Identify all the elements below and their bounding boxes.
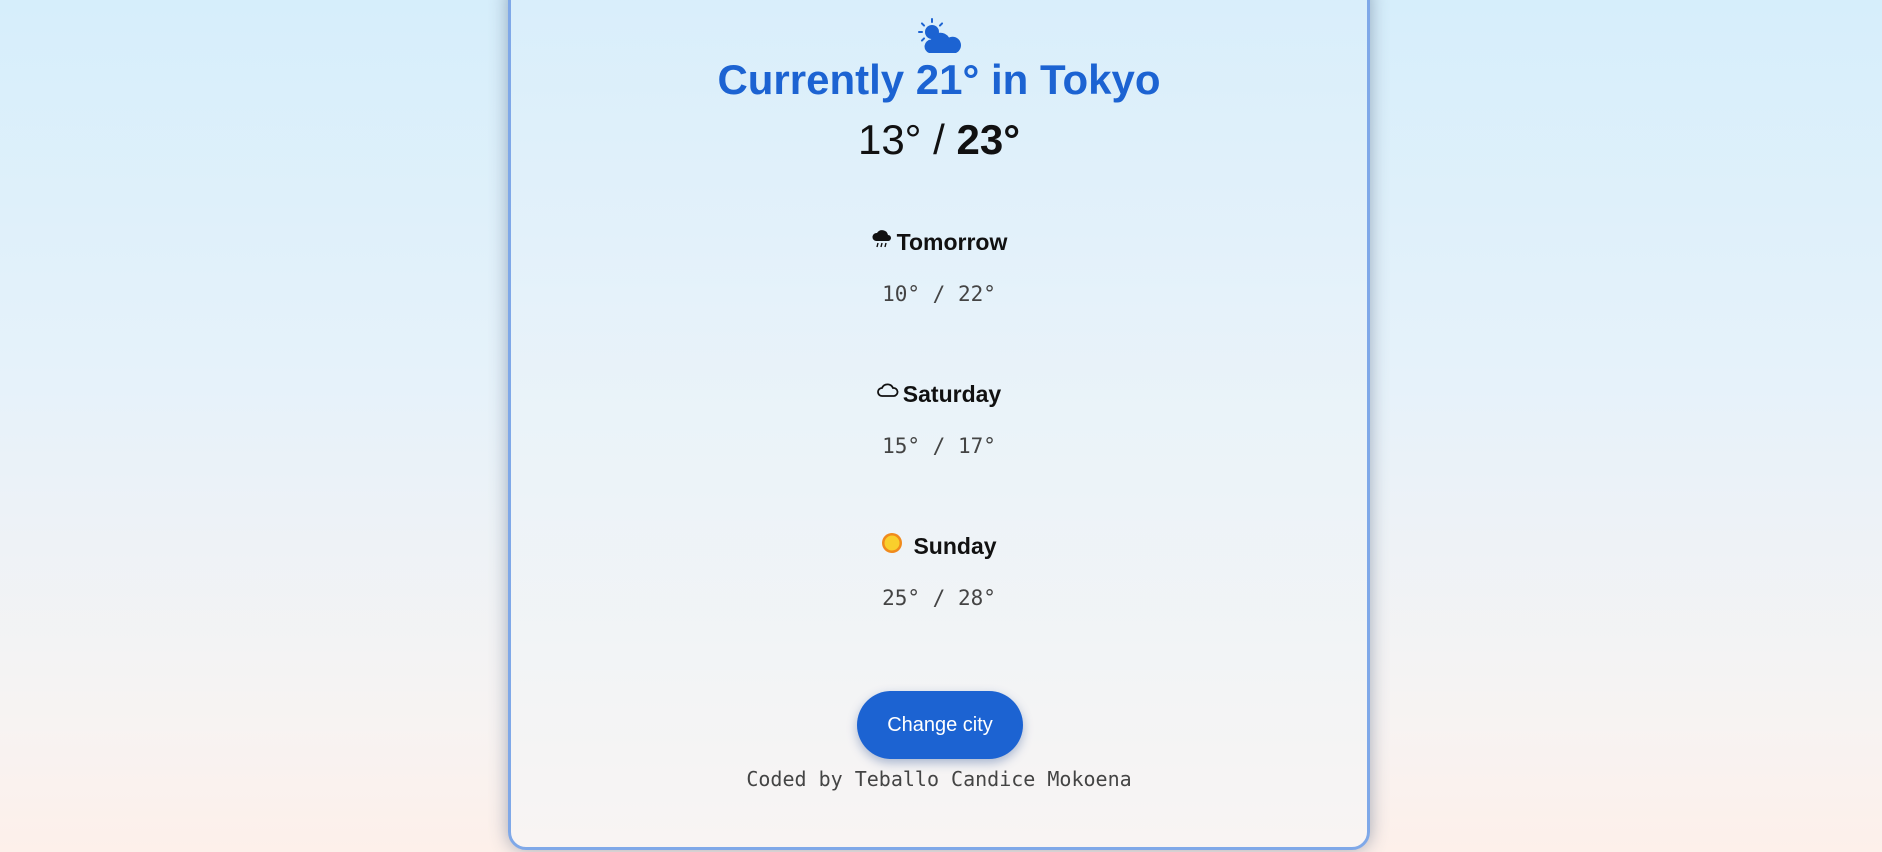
- forecast-day-label: Sunday: [913, 532, 997, 559]
- footer-credit: Coded by Teballo Candice Mokoena: [746, 767, 1132, 791]
- weather-card: Currently 21° in Tokyo 13° / 23° Tomorro…: [508, 0, 1370, 850]
- sun-behind-cloud-icon: [511, 17, 1367, 57]
- today-low: 13°: [857, 116, 922, 163]
- forecast-day-range: 15° / 17°: [882, 434, 996, 458]
- change-city-button[interactable]: Change city: [857, 691, 1023, 759]
- today-high: 23°: [956, 116, 1021, 163]
- forecast-day-saturday: Saturday 15° / 17°: [511, 379, 1367, 479]
- range-separator: /: [921, 116, 957, 163]
- rain-cloud-icon: [871, 228, 893, 256]
- today-temperature-range: 13° / 23°: [511, 115, 1367, 165]
- sun-icon: [881, 532, 903, 560]
- forecast-day-tomorrow: Tomorrow 10° / 22°: [511, 227, 1367, 327]
- forecast-day-range: 10° / 22°: [882, 282, 996, 306]
- forecast-day-range: 25° / 28°: [882, 586, 996, 610]
- cloud-outline-icon: [876, 380, 899, 408]
- current-weather-headline: Currently 21° in Tokyo: [717, 56, 1161, 103]
- forecast-day-label: Saturday: [902, 380, 1002, 407]
- forecast-day-label: Tomorrow: [896, 228, 1008, 255]
- forecast-day-sunday: Sunday 25° / 28°: [511, 531, 1367, 631]
